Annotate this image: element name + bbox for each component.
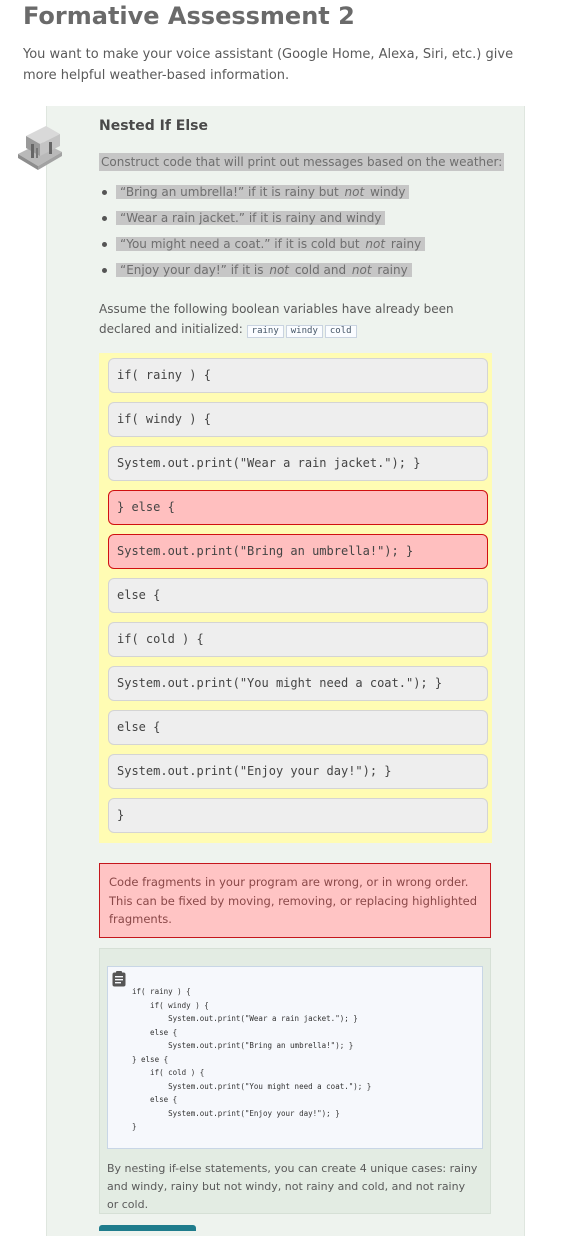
variable-chip: rainy: [246, 325, 284, 338]
code-line: else {: [132, 1095, 178, 1104]
clipboard-copy-icon[interactable]: [112, 971, 126, 987]
code-block[interactable]: if( windy ) {: [108, 402, 488, 437]
code-line: System.out.print("Bring an umbrella!"); …: [132, 1041, 354, 1050]
solution-explanation: By nesting if-else statements, you can c…: [107, 1162, 478, 1211]
code-line: if( rainy ) {: [132, 987, 191, 996]
error-feedback: Code fragments in your program are wrong…: [99, 863, 491, 938]
intro-text: You want to make your voice assistant (G…: [23, 47, 514, 83]
code-block[interactable]: System.out.print("Wear a rain jacket.");…: [108, 446, 488, 481]
list-item: “Enjoy your day!” if it is not cold and …: [99, 261, 425, 287]
code-line: System.out.print("Wear a rain jacket.");…: [132, 1014, 358, 1023]
code-block-error[interactable]: System.out.print("Bring an umbrella!"); …: [108, 534, 488, 569]
list-item: “You might need a coat.” if it is cold b…: [99, 235, 426, 261]
condition-list: “Bring an umbrella!” if it is rainy but …: [99, 183, 426, 287]
code-line: }: [132, 1122, 137, 1131]
assumption-text: Assume the following boolean variables h…: [99, 302, 454, 338]
code-block[interactable]: System.out.print("You might need a coat.…: [108, 666, 488, 701]
variable-chip: cold: [324, 325, 357, 338]
solution-code-box: if( rainy ) { if( windy ) { System.out.p…: [107, 966, 483, 1149]
list-item: “Bring an umbrella!” if it is rainy but …: [99, 183, 425, 209]
code-line: else {: [132, 1027, 178, 1037]
code-line: if( cold ) {: [132, 1068, 205, 1077]
code-block[interactable]: if( cold ) {: [108, 622, 488, 657]
solution-panel: if( rainy ) { if( windy ) { System.out.p…: [99, 948, 491, 1214]
code-block[interactable]: }: [108, 798, 488, 833]
code-line: if( windy ) {: [132, 1000, 209, 1010]
activity-prompt: Construct code that will print out messa…: [99, 153, 505, 171]
code-line: } else {: [132, 1054, 169, 1064]
solution-code: if( rainy ) { if( windy ) { System.out.p…: [132, 985, 371, 1134]
activity-title: Nested If Else: [99, 118, 208, 134]
code-line: System.out.print("You might need a coat.…: [132, 1081, 372, 1091]
code-block[interactable]: else {: [108, 710, 488, 745]
code-block-error[interactable]: } else {: [108, 490, 488, 525]
variable-chip: windy: [285, 325, 323, 338]
list-item: “Wear a rain jacket.” if it is rainy and…: [99, 209, 425, 235]
next-button[interactable]: [99, 1225, 196, 1231]
code-block[interactable]: System.out.print("Enjoy your day!"); }: [108, 754, 488, 789]
code-block[interactable]: else {: [108, 578, 488, 613]
code-line: System.out.print("Enjoy your day!"); }: [132, 1108, 340, 1118]
code-block[interactable]: if( rainy ) {: [108, 358, 488, 393]
activity-bench-icon: [18, 126, 62, 170]
page-title: Formative Assessment 2: [23, 2, 355, 30]
parsons-workspace: if( rainy ) { if( windy ) { System.out.p…: [99, 353, 492, 843]
